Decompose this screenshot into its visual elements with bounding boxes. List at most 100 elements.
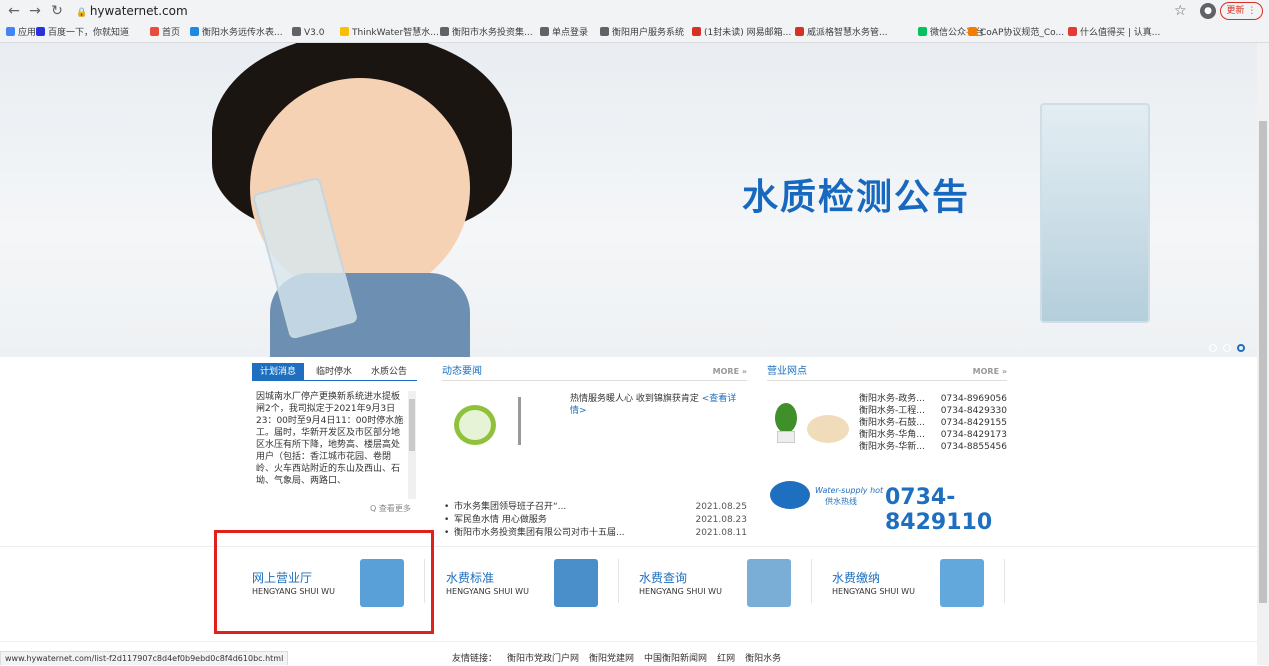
- bookmark-favicon-icon: [1068, 27, 1077, 36]
- site-name: 衡阳水务-工程...: [859, 406, 925, 416]
- envelope-icon: [940, 559, 984, 607]
- news-item[interactable]: • 市水务集团领导班子召开“... 2021.08.25: [442, 501, 747, 513]
- sites-header: 营业网点 MORE »: [767, 363, 1007, 381]
- bookmark-favicon-icon: [6, 27, 15, 36]
- web-page: 水质检测公告 计划消息 临时停水 水质公告 因城南水厂停产更换新系统进水提板闸2…: [0, 43, 1257, 665]
- site-phone: 0734-8969056: [940, 394, 1007, 404]
- magnifier-icon: [747, 559, 791, 607]
- bookmark-favicon-icon: [440, 27, 449, 36]
- bookmark-favicon-icon: [190, 27, 199, 36]
- news-item-date: 2021.08.25: [695, 502, 747, 512]
- bookmark-item[interactable]: (1封未读) 网易邮箱...: [692, 26, 791, 40]
- bookmark-label: 衡阳用户服务系统: [612, 28, 685, 38]
- carousel-dot-1[interactable]: [1209, 344, 1217, 352]
- news-item[interactable]: • 军民鱼水情 用心做服务 2021.08.23: [442, 514, 747, 526]
- bookmark-item[interactable]: 应用: [6, 26, 36, 40]
- site-name: 衡阳水务-华新...: [859, 442, 925, 452]
- bookmark-item[interactable]: 衡阳用户服务系统: [600, 26, 684, 40]
- site-row[interactable]: 衡阳水务-工程... 0734-8429330: [859, 405, 1007, 417]
- news-thumbnail[interactable]: [446, 391, 564, 457]
- bar-chart-icon: [554, 559, 598, 607]
- footer-link[interactable]: 红网: [717, 654, 735, 664]
- service-sites-panel: 营业网点 MORE » 衡阳水务-政务... 0734-8969056 衡阳水务-…: [767, 363, 1007, 545]
- notice-tabs: 计划消息 临时停水 水质公告: [252, 363, 417, 381]
- bookmark-item[interactable]: V3.0: [292, 26, 324, 40]
- news-title: 动态要闻: [442, 366, 482, 377]
- site-row[interactable]: 衡阳水务-华角... 0734-8429173: [859, 429, 1007, 441]
- scrollbar-thumb[interactable]: [1259, 121, 1267, 603]
- bookmark-item[interactable]: 威派格智慧水务管...: [795, 26, 888, 40]
- page-scrollbar[interactable]: [1257, 43, 1269, 665]
- bookmark-favicon-icon: [795, 27, 804, 36]
- bookmark-item[interactable]: 单点登录: [540, 26, 588, 40]
- tab-water-quality[interactable]: 水质公告: [364, 363, 414, 381]
- bookmark-label: 应用: [18, 28, 37, 38]
- view-more-link[interactable]: Q 查看更多: [370, 503, 411, 514]
- divider: [811, 559, 812, 603]
- friend-links: 友情链接： 衡阳市党政门户网 衡阳党建网 中国衡阳新闻网 红网 衡阳水务: [452, 651, 791, 664]
- service-bill-payment[interactable]: 水费缴纳 HENGYANG SHUI WU: [832, 547, 1012, 627]
- address-bar[interactable]: 🔒 hywaternet.com: [76, 3, 1166, 20]
- news-more-link[interactable]: MORE »: [713, 363, 747, 381]
- hotline-number: 0734-8429110: [885, 485, 993, 535]
- forward-icon[interactable]: →: [27, 3, 43, 19]
- notice-scrollbar[interactable]: [408, 391, 416, 499]
- tab-plan-notice[interactable]: 计划消息: [252, 363, 304, 381]
- url-text: hywaternet.com: [89, 4, 188, 18]
- bookmark-label: (1封未读) 网易邮箱...: [704, 28, 792, 38]
- bookmark-label: 威派格智慧水务管...: [807, 28, 888, 38]
- hotline-label-cn: 供水热线: [825, 497, 857, 506]
- bookmark-item[interactable]: ThinkWater智慧水...: [340, 26, 439, 40]
- sites-thumbnail: [771, 395, 853, 455]
- bookmark-item[interactable]: 百度一下，你就知道: [36, 26, 129, 40]
- status-bar-url: www.hywaternet.com/list-f2d117907c8d4ef0…: [0, 651, 289, 665]
- news-item[interactable]: • 衡阳市水务投资集团有限公司对市十五届... 2021.08.11: [442, 527, 747, 539]
- bookmark-favicon-icon: [292, 27, 301, 36]
- footer-link[interactable]: 中国衡阳新闻网: [644, 654, 707, 664]
- site-row[interactable]: 衡阳水务-华新... 0734-8855456: [859, 441, 1007, 453]
- notice-panel: 计划消息 临时停水 水质公告 因城南水厂停产更换新系统进水提板闸2个，我司拟定于…: [252, 363, 417, 545]
- bookmark-star-icon[interactable]: ☆: [1174, 3, 1187, 19]
- bookmark-label: 衡阳水务远传水表...: [202, 28, 283, 38]
- footer-link[interactable]: 衡阳水务: [745, 654, 781, 664]
- hero-banner[interactable]: 水质检测公告: [0, 43, 1257, 357]
- site-phone: 0734-8429173: [940, 430, 1007, 440]
- tab-temp-outage[interactable]: 临时停水: [310, 363, 358, 381]
- banner-title: 水质检测公告: [742, 177, 971, 218]
- site-phone: 0734-8429330: [940, 406, 1007, 416]
- service-water-rates[interactable]: 水费标准 HENGYANG SHUI WU: [446, 547, 626, 627]
- friend-links-label: 友情链接：: [452, 654, 498, 664]
- bookmark-item[interactable]: CoAP协议规范_Co...: [968, 26, 1064, 40]
- bookmark-label: 衡阳市水务投资集...: [452, 28, 533, 38]
- bookmark-item[interactable]: 首页: [150, 26, 180, 40]
- carousel-dot-3-active[interactable]: [1237, 344, 1245, 352]
- site-phone: 0734-8855456: [940, 442, 1007, 452]
- bookmark-label: ThinkWater智慧水...: [352, 28, 439, 38]
- site-row[interactable]: 衡阳水务-石鼓... 0734-8429155: [859, 417, 1007, 429]
- footer-link[interactable]: 衡阳市党政门户网: [507, 654, 579, 664]
- bookmark-item[interactable]: 什么值得买 | 认真...: [1068, 26, 1160, 40]
- carousel-dot-2[interactable]: [1223, 344, 1231, 352]
- bookmark-item[interactable]: 衡阳水务远传水表...: [190, 26, 283, 40]
- bookmark-label: CoAP协议规范_Co...: [980, 28, 1065, 38]
- bookmark-item[interactable]: 衡阳市水务投资集...: [440, 26, 533, 40]
- news-item-text: 衡阳市水务投资集团有限公司对市十五届...: [454, 528, 625, 538]
- back-icon[interactable]: ←: [6, 3, 22, 19]
- sites-more-link[interactable]: MORE »: [973, 363, 1007, 381]
- divider: [618, 559, 619, 603]
- service-title: 水费标准: [446, 571, 495, 585]
- lock-icon: 🔒: [76, 8, 88, 18]
- highlight-box: [214, 530, 434, 634]
- news-headline[interactable]: 热情服务暖人心 收到锦旗获肯定 <查看详情>: [570, 393, 745, 417]
- footer-link[interactable]: 衡阳党建网: [589, 654, 634, 664]
- news-item-date: 2021.08.11: [695, 528, 747, 538]
- reload-icon[interactable]: ↻: [49, 3, 65, 19]
- site-row[interactable]: 衡阳水务-政务... 0734-8969056: [859, 393, 1007, 405]
- browser-toolbar: ← → ↻ 🔒 hywaternet.com ☆ ● 更新 ⋮: [0, 0, 1269, 23]
- bookmark-label: 单点登录: [552, 28, 589, 38]
- news-item-date: 2021.08.23: [695, 515, 747, 525]
- profile-avatar[interactable]: ●: [1200, 3, 1216, 19]
- update-button[interactable]: 更新 ⋮: [1220, 2, 1263, 20]
- service-bill-query[interactable]: 水费查询 HENGYANG SHUI WU: [639, 547, 819, 627]
- bookmarks-bar: 应用 百度一下，你就知道 首页 衡阳水务远传水表... V3.0 ThinkWater智慧…: [0, 23, 1269, 43]
